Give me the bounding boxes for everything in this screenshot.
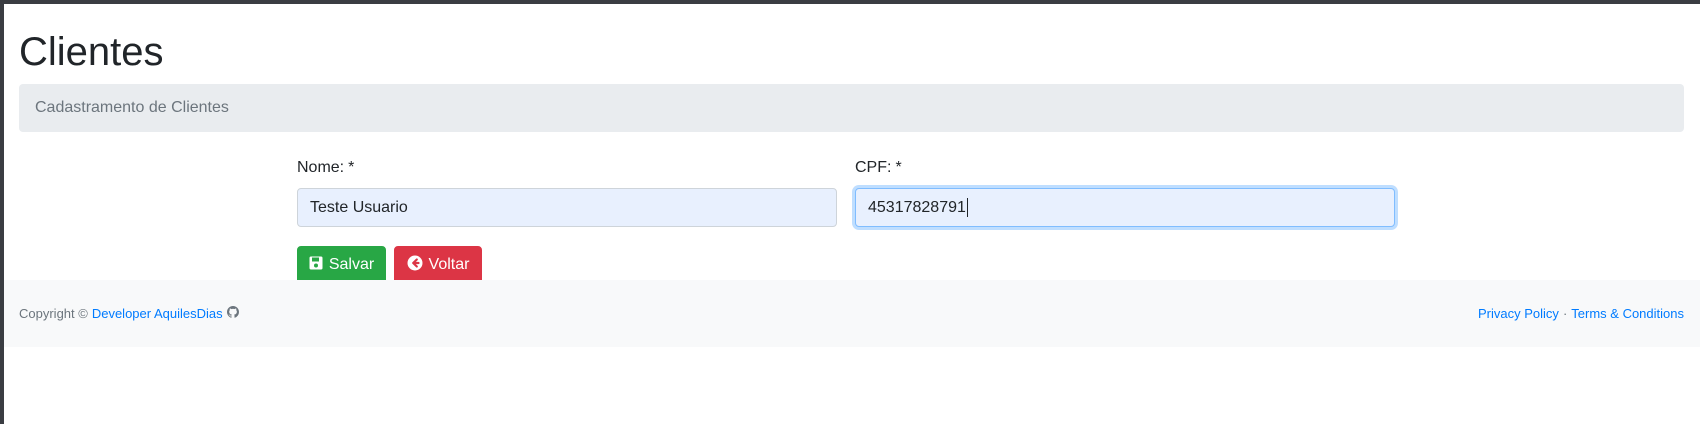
footer-left: Copyright © Developer AquilesDias (19, 280, 239, 347)
cpf-label: CPF: * (855, 159, 902, 176)
save-button[interactable]: Salvar (297, 246, 386, 284)
developer-link[interactable]: Developer AquilesDias (92, 306, 223, 321)
nome-label: Nome: * (297, 159, 355, 176)
cpf-input[interactable]: 45317828791 (855, 188, 1395, 227)
required-mark: * (895, 159, 902, 176)
browser-viewport: Clientes Cadastramento de Clientes Nome:… (4, 4, 1700, 424)
save-button-label: Salvar (328, 256, 375, 273)
floppy-disk-icon (309, 256, 323, 275)
nome-input[interactable]: Teste Usuario (297, 188, 837, 227)
breadcrumb: Cadastramento de Clientes (19, 84, 1684, 132)
cpf-field-group: CPF: * 45317828791 (855, 158, 1395, 227)
github-icon[interactable] (226, 306, 239, 321)
terms-link[interactable]: Terms & Conditions (1571, 306, 1684, 321)
footer-separator: · (1562, 306, 1568, 321)
footer-right: Privacy Policy · Terms & Conditions (1478, 280, 1684, 347)
breadcrumb-label: Cadastramento de Clientes (35, 99, 229, 116)
required-mark: * (348, 159, 355, 176)
arrow-circle-left-icon (407, 255, 423, 276)
text-caret (966, 198, 968, 217)
nome-field-group: Nome: * Teste Usuario (297, 158, 837, 227)
footer: Copyright © Developer AquilesDias Privac… (4, 280, 1700, 347)
privacy-policy-link[interactable]: Privacy Policy (1478, 306, 1559, 321)
back-button[interactable]: Voltar (394, 246, 482, 284)
back-button-label: Voltar (428, 256, 470, 273)
copyright-text: Copyright © (19, 306, 88, 321)
page-title: Clientes (19, 30, 164, 74)
